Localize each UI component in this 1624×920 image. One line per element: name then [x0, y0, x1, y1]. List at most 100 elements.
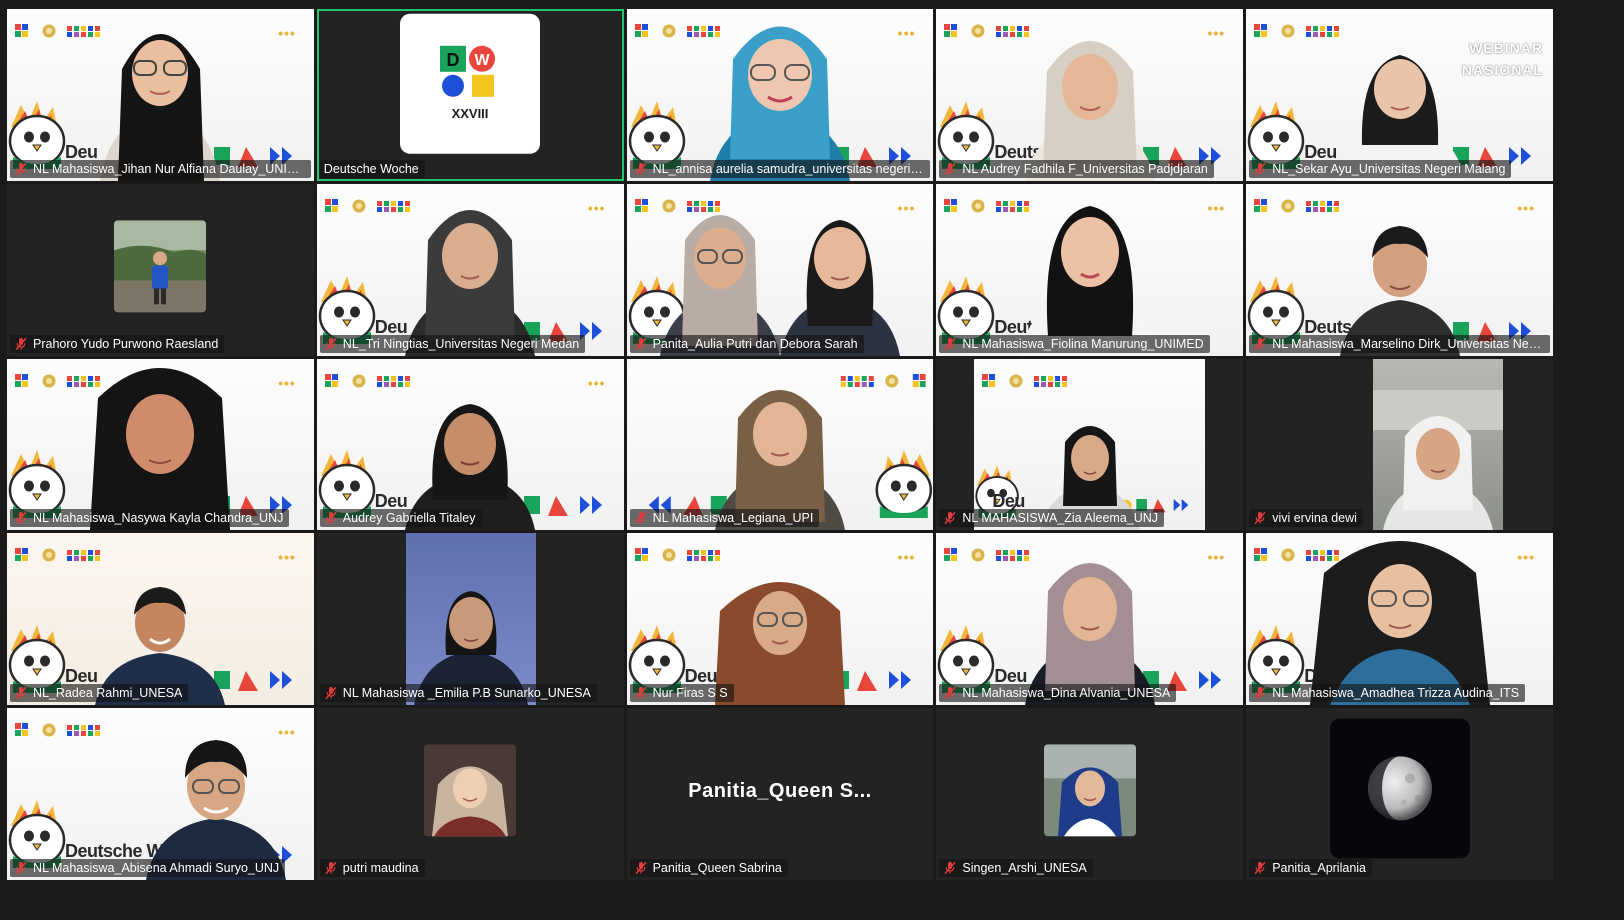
- participant-video: [405, 533, 536, 706]
- brand-text: Deu: [992, 491, 1025, 512]
- participant-name: NL MAHASISWA_Zia Aleema_UNJ: [962, 511, 1159, 526]
- participant-tile[interactable]: ••• NL Mahasiswa_Nasywa Kayla Chandra_UN…: [7, 358, 314, 531]
- participant-name: NL Mahasiswa_Legiana_UPI: [652, 511, 814, 526]
- participant-tile[interactable]: putri maudina: [316, 708, 624, 880]
- mic-muted-icon: [14, 861, 28, 875]
- participant-name-bar: NL Mahasiswa_Amadhea Trizza Audina_ITS: [1249, 684, 1526, 703]
- dots-icon: •••: [1207, 25, 1226, 41]
- participant-tile[interactable]: Deu NL MAHASISWA_Zia Aleema_UNJ: [936, 358, 1244, 531]
- mic-muted-icon: [943, 337, 957, 351]
- participant-tile[interactable]: ••• NL_annisa aurelia samudra_universita…: [626, 9, 934, 181]
- dots-icon: •••: [1207, 199, 1226, 216]
- dots-icon: •••: [587, 199, 606, 216]
- participant-name-bar: NL MAHASISWA_Zia Aleema_UNJ: [939, 509, 1165, 528]
- dots-icon: •••: [587, 374, 606, 391]
- participant-video: [1310, 25, 1490, 181]
- dots-icon: •••: [1517, 549, 1535, 566]
- participant-name: Deutsche Woche: [323, 161, 419, 176]
- profile-photo: [1329, 718, 1470, 859]
- participant-name-bar: Panitia_Queen Sabrina: [629, 859, 788, 877]
- logo-letter-d: D: [447, 50, 460, 70]
- participant-name-bar: NL Mahasiswa_Abisena Ahmadi Suryo_UNJ: [10, 859, 286, 877]
- participant-tile[interactable]: NL Mahasiswa_Legiana_UPI: [626, 358, 934, 531]
- mic-muted-icon: [1253, 861, 1267, 875]
- participant-video: [1373, 358, 1504, 531]
- dots-icon: •••: [278, 374, 296, 391]
- participant-name-bar: NL Mahasiswa_Fiolina Manurung_UNIMED: [939, 334, 1210, 353]
- participant-tile[interactable]: Panitia_Queen S... Panitia_Queen Sabrina: [626, 708, 934, 880]
- participant-tile[interactable]: ••• Deutsche Woche NL Mahasiswa_Marselin…: [1246, 183, 1553, 356]
- participant-name: Panita_Aulia Putri dan Debora Sarah: [652, 336, 858, 351]
- participant-tile[interactable]: Singen_Arshi_UNESA: [936, 708, 1244, 880]
- participant-video: [995, 21, 1185, 181]
- participant-name-bar: NL Mahasiswa _Emilia P.B Sunarko_UNESA: [319, 684, 597, 703]
- mic-muted-icon: [1253, 162, 1267, 176]
- participant-tile-active-speaker[interactable]: D W XXVIII Deutsche Woche: [316, 9, 624, 181]
- participant-video: [121, 720, 311, 880]
- participant-name: Singen_Arshi_UNESA: [962, 861, 1087, 875]
- participant-tile[interactable]: Panitia_Aprilania: [1246, 708, 1553, 880]
- participant-name-bar: putri maudina: [319, 859, 425, 877]
- participant-name: Panitia_Queen Sabrina: [652, 861, 782, 875]
- participant-name: NL_Radea Rahmi_UNESA: [33, 686, 183, 701]
- participant-name-bar: NL_Radea Rahmi_UNESA: [10, 684, 189, 703]
- participant-name: NL Mahasiswa_Marselino Dirk_Universitas …: [1272, 336, 1544, 351]
- participant-video: [640, 196, 920, 356]
- participant-tile[interactable]: ••• Deu NL_Radea Rahmi_UNESA: [7, 533, 314, 706]
- profile-photo: [114, 220, 207, 313]
- participant-tile[interactable]: ••• Panita_Aulia Putri dan Debora Sarah: [626, 183, 934, 356]
- participant-name-bar: NL Mahasiswa_Legiana_UPI: [629, 509, 820, 528]
- participant-tile[interactable]: vivi ervina dewi: [1246, 358, 1553, 531]
- mic-muted-icon: [14, 337, 28, 351]
- dots-icon: •••: [897, 549, 916, 566]
- participant-name: putri maudina: [342, 861, 419, 875]
- dots-icon: •••: [1207, 549, 1226, 566]
- participant-name: NL Audrey Fadhila F_Universitas Padjdjar…: [962, 161, 1208, 176]
- participant-tile[interactable]: ••• Deu Nur Firas S S: [626, 533, 934, 706]
- participant-tile[interactable]: ••• Deu NL Mahasiswa_Jihan Nur Alfiana D…: [7, 9, 314, 181]
- mic-muted-icon: [324, 511, 338, 525]
- mic-muted-icon: [324, 686, 338, 700]
- participant-name: NL Mahasiswa_Jihan Nur Alfiana Daulay_UN…: [33, 161, 305, 176]
- participant-name-bar: Deutsche Woche: [319, 159, 425, 178]
- participant-video: [675, 9, 885, 181]
- participant-tile[interactable]: ••• Deu NL Mahasiswa_Dina Alvania_UNESA: [936, 533, 1244, 706]
- participant-tile[interactable]: ••• Deu NL_Tri Ningtias_Universitas Nege…: [316, 183, 624, 356]
- participant-name-bar: Panitia_Aprilania: [1249, 859, 1372, 877]
- participant-tile[interactable]: ••• Deu NL Mahasiswa_Amadhea Trizza Audi…: [1246, 533, 1553, 706]
- participant-name-bar: NL_Sekar Ayu_Universitas Negeri Malang: [1249, 159, 1512, 178]
- participant-tile[interactable]: NL Mahasiswa _Emilia P.B Sunarko_UNESA: [316, 533, 624, 706]
- participant-name: NL Mahasiswa_Fiolina Manurung_UNIMED: [962, 336, 1204, 351]
- deutsche-woche-logo: D W XXVIII: [400, 13, 541, 154]
- mic-muted-icon: [324, 861, 338, 875]
- participant-tile[interactable]: ••• Deutsche Woche NL Mahasiswa_Fiolina …: [936, 183, 1244, 356]
- participant-name-bar: Prahoro Yudo Purwono Raesland: [10, 334, 225, 353]
- partner-logos-icon: [15, 547, 145, 563]
- mic-muted-icon: [943, 686, 957, 700]
- participant-video: [990, 186, 1190, 356]
- participant-tile[interactable]: ••• Deu Audrey Gabriella Titaley: [316, 358, 624, 531]
- logo-letter-w: W: [475, 52, 491, 69]
- participant-text-avatar: Panitia_Queen S...: [688, 780, 872, 803]
- participant-grid: ••• Deu NL Mahasiswa_Jihan Nur Alfiana D…: [7, 9, 1553, 880]
- participant-video: [375, 380, 565, 531]
- participant-tile[interactable]: Deu WEBINAR NASIONAL NL_Sekar Ayu_Univer…: [1246, 9, 1553, 181]
- participant-name: NL Mahasiswa_Dina Alvania_UNESA: [962, 686, 1171, 701]
- participant-video: [60, 9, 260, 181]
- mic-muted-icon: [943, 511, 957, 525]
- mic-muted-icon: [14, 686, 28, 700]
- participant-name-bar: NL_annisa aurelia samudra_universitas ne…: [629, 159, 931, 178]
- participant-name: Nur Firas S S: [652, 686, 728, 701]
- participant-video: [1310, 206, 1490, 356]
- mic-muted-icon: [1253, 511, 1267, 525]
- participant-name: Panitia_Aprilania: [1272, 861, 1366, 875]
- participant-tile[interactable]: Prahoro Yudo Purwono Raesland: [7, 183, 314, 356]
- participant-tile[interactable]: ••• Deutsche Woche NL Mahasiswa_Abisena …: [7, 708, 314, 880]
- participant-name: NL Mahasiswa _Emilia P.B Sunarko_UNESA: [342, 686, 591, 701]
- mic-muted-icon: [943, 162, 957, 176]
- dots-icon: •••: [897, 25, 916, 41]
- participant-name: NL Mahasiswa_Nasywa Kayla Chandra_UNJ: [33, 511, 284, 526]
- participant-name: vivi ervina dewi: [1272, 511, 1357, 526]
- participant-name-bar: Singen_Arshi_UNESA: [939, 859, 1093, 877]
- participant-tile[interactable]: ••• Deutsche Woche NL Audrey Fadhila F_U…: [936, 9, 1244, 181]
